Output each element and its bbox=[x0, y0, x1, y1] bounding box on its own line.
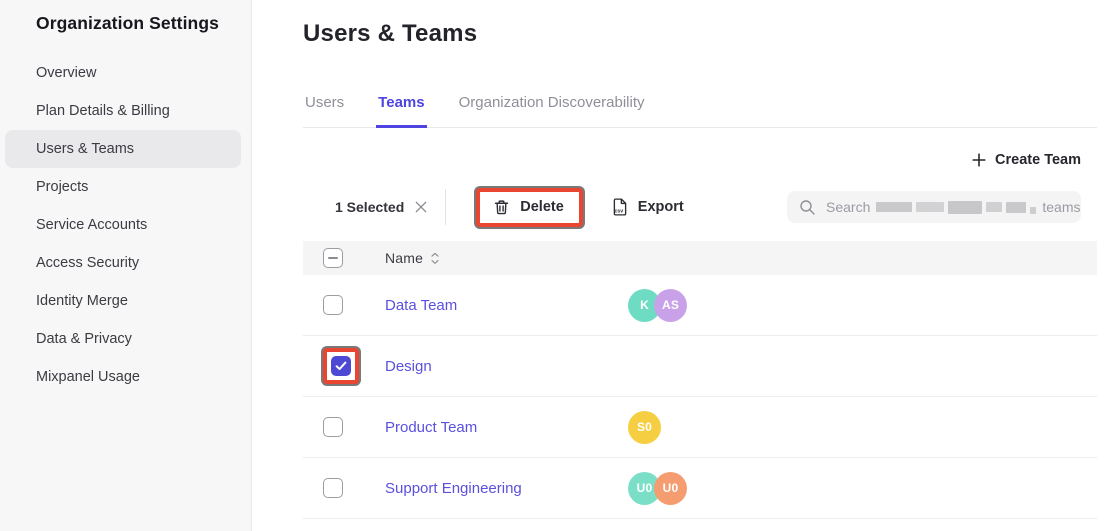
checkbox-cell bbox=[303, 478, 385, 498]
table-row[interactable]: Data TeamKAS bbox=[303, 275, 1097, 336]
row-checkbox[interactable] bbox=[323, 478, 343, 498]
table-row[interactable]: Design bbox=[303, 336, 1097, 397]
sidebar-item-projects[interactable]: Projects bbox=[0, 168, 251, 206]
create-team-button[interactable]: Create Team bbox=[972, 152, 1081, 168]
sidebar-item-identity-merge[interactable]: Identity Merge bbox=[0, 282, 251, 320]
name-header-label: Name bbox=[385, 250, 423, 266]
avatar-group: KAS bbox=[628, 289, 687, 322]
sidebar-item-data-privacy[interactable]: Data & Privacy bbox=[0, 320, 251, 358]
selection-status: 1 Selected bbox=[335, 199, 427, 215]
avatar: S0 bbox=[628, 411, 661, 444]
sort-icon bbox=[431, 252, 439, 265]
export-button-label: Export bbox=[638, 199, 684, 215]
table-body: Data TeamKASDesignProduct TeamS0Support … bbox=[303, 275, 1097, 519]
csv-file-icon: csv bbox=[612, 198, 628, 216]
checkbox-cell bbox=[303, 348, 385, 384]
export-button[interactable]: csv Export bbox=[612, 198, 684, 216]
indeterminate-dash-icon bbox=[328, 257, 338, 259]
sidebar-item-overview[interactable]: Overview bbox=[0, 54, 251, 92]
teams-table: Name Data TeamKASDesignProduct TeamS0Sup… bbox=[303, 241, 1097, 519]
sidebar-item-access-security[interactable]: Access Security bbox=[0, 244, 251, 282]
clear-selection-button[interactable] bbox=[415, 201, 427, 213]
team-name-link[interactable]: Design bbox=[385, 358, 628, 375]
team-name-link[interactable]: Data Team bbox=[385, 297, 628, 314]
main-content: Users & Teams Users Teams Organization Dis… bbox=[252, 0, 1108, 531]
tab-users[interactable]: Users bbox=[303, 94, 346, 128]
delete-button-label: Delete bbox=[520, 199, 564, 215]
svg-text:csv: csv bbox=[614, 209, 623, 215]
row-checkbox[interactable] bbox=[323, 417, 343, 437]
sidebar-item-mixpanel-usage[interactable]: Mixpanel Usage bbox=[0, 358, 251, 396]
trash-icon bbox=[493, 199, 510, 216]
avatar-group: U0U0 bbox=[628, 472, 687, 505]
team-name-link[interactable]: Support Engineering bbox=[385, 480, 628, 497]
sidebar-nav: OverviewPlan Details & BillingUsers & Te… bbox=[0, 54, 251, 396]
search-icon bbox=[799, 199, 816, 216]
select-all-checkbox[interactable] bbox=[323, 248, 343, 268]
sidebar-title: Organization Settings bbox=[0, 0, 251, 34]
tab-organization-discoverability[interactable]: Organization Discoverability bbox=[457, 94, 647, 128]
selected-count-label: 1 Selected bbox=[335, 199, 404, 215]
avatar: AS bbox=[654, 289, 687, 322]
name-column-header[interactable]: Name bbox=[385, 250, 439, 266]
sidebar: Organization Settings OverviewPlan Detai… bbox=[0, 0, 252, 531]
sidebar-item-users-teams[interactable]: Users & Teams bbox=[5, 130, 241, 168]
delete-button-annotation[interactable]: Delete bbox=[476, 188, 583, 227]
create-row: Create Team bbox=[252, 152, 1081, 168]
toolbar: 1 Selected Delete cs bbox=[335, 184, 1081, 230]
sidebar-item-plan-details-billing[interactable]: Plan Details & Billing bbox=[0, 92, 251, 130]
search-input[interactable]: Search teams bbox=[787, 191, 1081, 223]
table-row[interactable]: Product TeamS0 bbox=[303, 397, 1097, 458]
create-team-label: Create Team bbox=[995, 152, 1081, 168]
toolbar-divider bbox=[445, 189, 446, 225]
sidebar-item-service-accounts[interactable]: Service Accounts bbox=[0, 206, 251, 244]
table-row[interactable]: Support EngineeringU0U0 bbox=[303, 458, 1097, 519]
avatar-group: S0 bbox=[628, 411, 661, 444]
team-name-link[interactable]: Product Team bbox=[385, 419, 628, 436]
checkbox-cell bbox=[303, 295, 385, 315]
page-title: Users & Teams bbox=[303, 20, 1108, 48]
avatar: U0 bbox=[654, 472, 687, 505]
tab-bar: Users Teams Organization Discoverability bbox=[303, 94, 1097, 128]
row-checkbox[interactable] bbox=[331, 356, 351, 376]
tab-teams[interactable]: Teams bbox=[376, 94, 426, 128]
redacted-text bbox=[876, 201, 1036, 214]
plus-icon bbox=[972, 153, 986, 167]
checkbox-cell bbox=[303, 417, 385, 437]
row-checkbox[interactable] bbox=[323, 295, 343, 315]
table-header-row: Name bbox=[303, 241, 1097, 275]
search-placeholder: Search teams bbox=[826, 199, 1080, 215]
annotation-box bbox=[323, 348, 359, 384]
